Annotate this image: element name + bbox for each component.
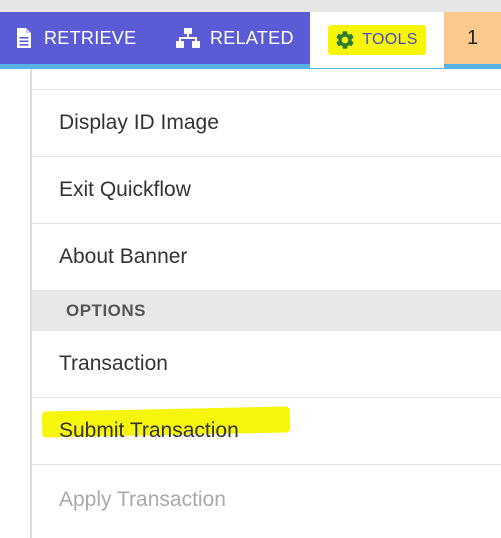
options-header-label: OPTIONS [66, 301, 147, 320]
menu-item-label: Display ID Image [59, 111, 219, 134]
menu-item-apply-transaction: Apply Transaction [32, 466, 501, 533]
menu-item-display-id-image[interactable]: Display ID Image [32, 90, 501, 157]
menu-item-submit-transaction[interactable]: Submit Transaction [32, 398, 501, 465]
nav-related[interactable]: RELATED [176, 12, 294, 64]
menu-item-exit-quickflow[interactable]: Exit Quickflow [32, 157, 501, 224]
gear-icon [334, 29, 356, 51]
menu-item-label: About Banner [59, 245, 188, 268]
menu-item-label: Exit Quickflow [59, 178, 191, 201]
options-section-header: OPTIONS [32, 291, 501, 331]
sitemap-icon [176, 27, 200, 49]
menu-item-transaction[interactable]: Transaction [32, 331, 501, 398]
menu-item-label: Apply Transaction [59, 487, 226, 511]
nav-retrieve-label: RETRIEVE [44, 27, 137, 48]
nav-retrieve[interactable]: RETRIEVE [14, 12, 136, 64]
nav-tools-label: TOOLS [362, 31, 418, 48]
count-badge[interactable]: 1 [444, 12, 501, 64]
menu-item-about-banner[interactable]: About Banner [32, 224, 501, 291]
document-icon [14, 27, 34, 49]
top-strip [0, 0, 501, 12]
tools-highlight: TOOLS [328, 25, 426, 55]
nav-related-label: RELATED [210, 27, 294, 48]
menu-item-label: Transaction [59, 352, 168, 375]
nav-tools[interactable]: TOOLS [310, 12, 444, 68]
count-value: 1 [466, 26, 479, 49]
menu-item-label: Submit Transaction [59, 419, 239, 442]
